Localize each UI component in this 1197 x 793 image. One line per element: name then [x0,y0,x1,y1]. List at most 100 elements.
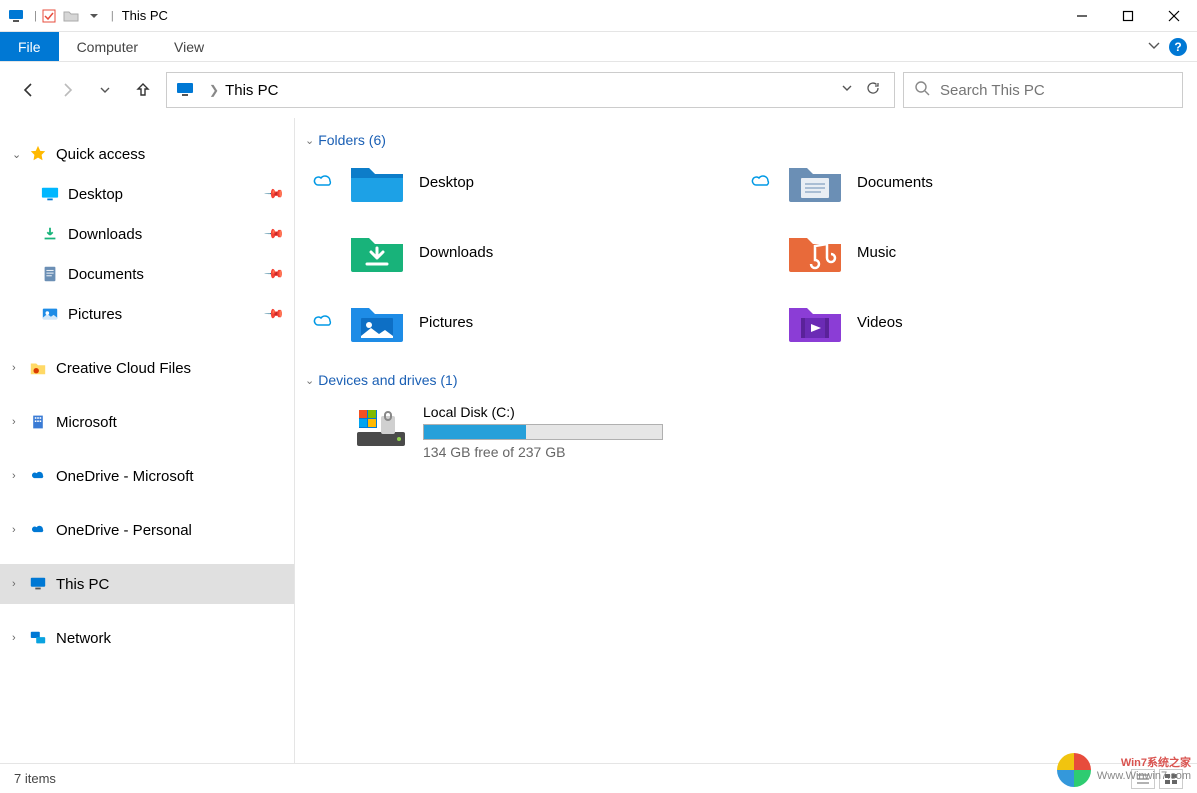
folder-icon [349,300,405,344]
app-icon [8,8,24,24]
sidebar-pinned-downloads[interactable]: Downloads 📌 [0,214,294,254]
folder-icon [787,160,843,204]
sidebar-item-onedrive-ms[interactable]: › OneDrive - Microsoft [0,456,294,496]
sidebar-item-label: OneDrive - Microsoft [56,468,194,485]
folder-music[interactable]: Music [751,230,1189,274]
pin-icon: 📌 [263,183,286,206]
sidebar-item-label: Downloads [68,226,142,243]
desktop-icon [40,184,60,204]
qat-dropdown[interactable] [85,8,101,24]
window-title: This PC [122,8,168,23]
status-text: 7 items [14,771,56,786]
download-icon [40,224,60,244]
refresh-button[interactable] [860,81,886,100]
search-box[interactable] [903,72,1183,108]
ribbon: File Computer View ? [0,32,1197,62]
titlebar: | | This PC [0,0,1197,32]
tab-computer[interactable]: Computer [59,39,156,55]
back-button[interactable] [14,75,44,105]
chevron-right-icon[interactable]: › [12,524,28,536]
folder-label: Downloads [419,244,493,261]
cloud-sync-icon [313,313,335,331]
folder-icon [349,230,405,274]
group-header-folders[interactable]: ⌄ Folders (6) [303,128,1189,160]
close-button[interactable] [1151,0,1197,31]
chevron-right-icon[interactable]: › [12,632,28,644]
chevron-down-icon[interactable]: ⌄ [12,148,28,161]
qat-newfolder-icon[interactable] [63,8,79,24]
sidebar-item-label: Network [56,630,111,647]
sidebar-quick-access[interactable]: ⌄ Quick access [0,134,294,174]
search-input[interactable] [940,82,1172,99]
folder-label: Documents [857,174,933,191]
pin-icon: 📌 [263,223,286,246]
help-icon[interactable]: ? [1169,38,1187,56]
chevron-right-icon[interactable]: › [12,470,28,482]
sidebar-pinned-desktop[interactable]: Desktop 📌 [0,174,294,214]
folder-label: Music [857,244,896,261]
folder-downloads[interactable]: Downloads [313,230,751,274]
breadcrumb[interactable]: This PC [225,82,278,99]
group-header-label: Devices and drives (1) [318,372,457,388]
ribbon-expand-button[interactable] [1147,38,1161,55]
sidebar-item-label: Desktop [68,186,123,203]
watermark-line1: Win7系统之家 [1097,757,1191,770]
folder-label: Videos [857,314,903,331]
group-header-label: Folders (6) [318,132,386,148]
folder-desktop[interactable]: Desktop [313,160,751,204]
folder-documents[interactable]: Documents [751,160,1189,204]
watermark-logo-icon [1057,753,1091,787]
drive-icon [353,404,409,452]
cloud-icon [28,466,48,486]
sidebar-item-microsoft[interactable]: › Microsoft [0,402,294,442]
sidebar-item-network[interactable]: › Network [0,618,294,658]
address-bar[interactable]: ❯ This PC [166,72,895,108]
maximize-button[interactable] [1105,0,1151,31]
pictures-icon [40,304,60,324]
cloud-sync-icon [313,173,335,191]
this-pc-icon [175,80,195,100]
sidebar-item-label: Documents [68,266,144,283]
sidebar-item-label: Creative Cloud Files [56,360,191,377]
chevron-right-icon[interactable]: ❯ [209,83,219,97]
folder-pictures[interactable]: Pictures [313,300,751,344]
recent-locations-button[interactable] [90,75,120,105]
folder-label: Pictures [419,314,473,331]
forward-button[interactable] [52,75,82,105]
chevron-right-icon[interactable]: › [12,362,28,374]
sidebar-item-onedrive-personal[interactable]: › OneDrive - Personal [0,510,294,550]
drive-label: Local Disk (C:) [423,404,663,420]
qat-properties-icon[interactable] [41,8,57,24]
drive-usage-bar [423,424,663,440]
folder-icon [349,160,405,204]
sidebar-item-label: OneDrive - Personal [56,522,192,539]
sidebar-pinned-documents[interactable]: Documents 📌 [0,254,294,294]
separator: | [34,10,37,22]
chevron-down-icon[interactable]: ⌄ [305,374,314,387]
drive-local-c[interactable]: Local Disk (C:) 134 GB free of 237 GB [303,404,1189,460]
watermark: Win7系统之家 Www.Winwin7.com [1057,753,1191,787]
watermark-line2: Www.Winwin7.com [1097,770,1191,783]
separator: | [111,10,114,22]
tab-view[interactable]: View [156,39,222,55]
pin-icon: 📌 [263,303,286,326]
sidebar-pinned-pictures[interactable]: Pictures 📌 [0,294,294,334]
address-dropdown[interactable] [834,81,860,99]
cloud-icon [28,520,48,540]
folder-icon [787,230,843,274]
sidebar-item-creative-cloud[interactable]: › Creative Cloud Files [0,348,294,388]
sidebar-item-this-pc[interactable]: › This PC [0,564,294,604]
sidebar-item-label: Microsoft [56,414,117,431]
group-header-drives[interactable]: ⌄ Devices and drives (1) [303,368,1189,400]
file-tab[interactable]: File [0,32,59,61]
up-button[interactable] [128,75,158,105]
drive-free-text: 134 GB free of 237 GB [423,444,663,460]
statusbar: 7 items [0,763,1197,793]
chevron-right-icon[interactable]: › [12,416,28,428]
navbar: ❯ This PC [0,62,1197,118]
chevron-down-icon[interactable]: ⌄ [305,134,314,147]
folder-videos[interactable]: Videos [751,300,1189,344]
minimize-button[interactable] [1059,0,1105,31]
chevron-right-icon[interactable]: › [12,578,28,590]
document-icon [40,264,60,284]
